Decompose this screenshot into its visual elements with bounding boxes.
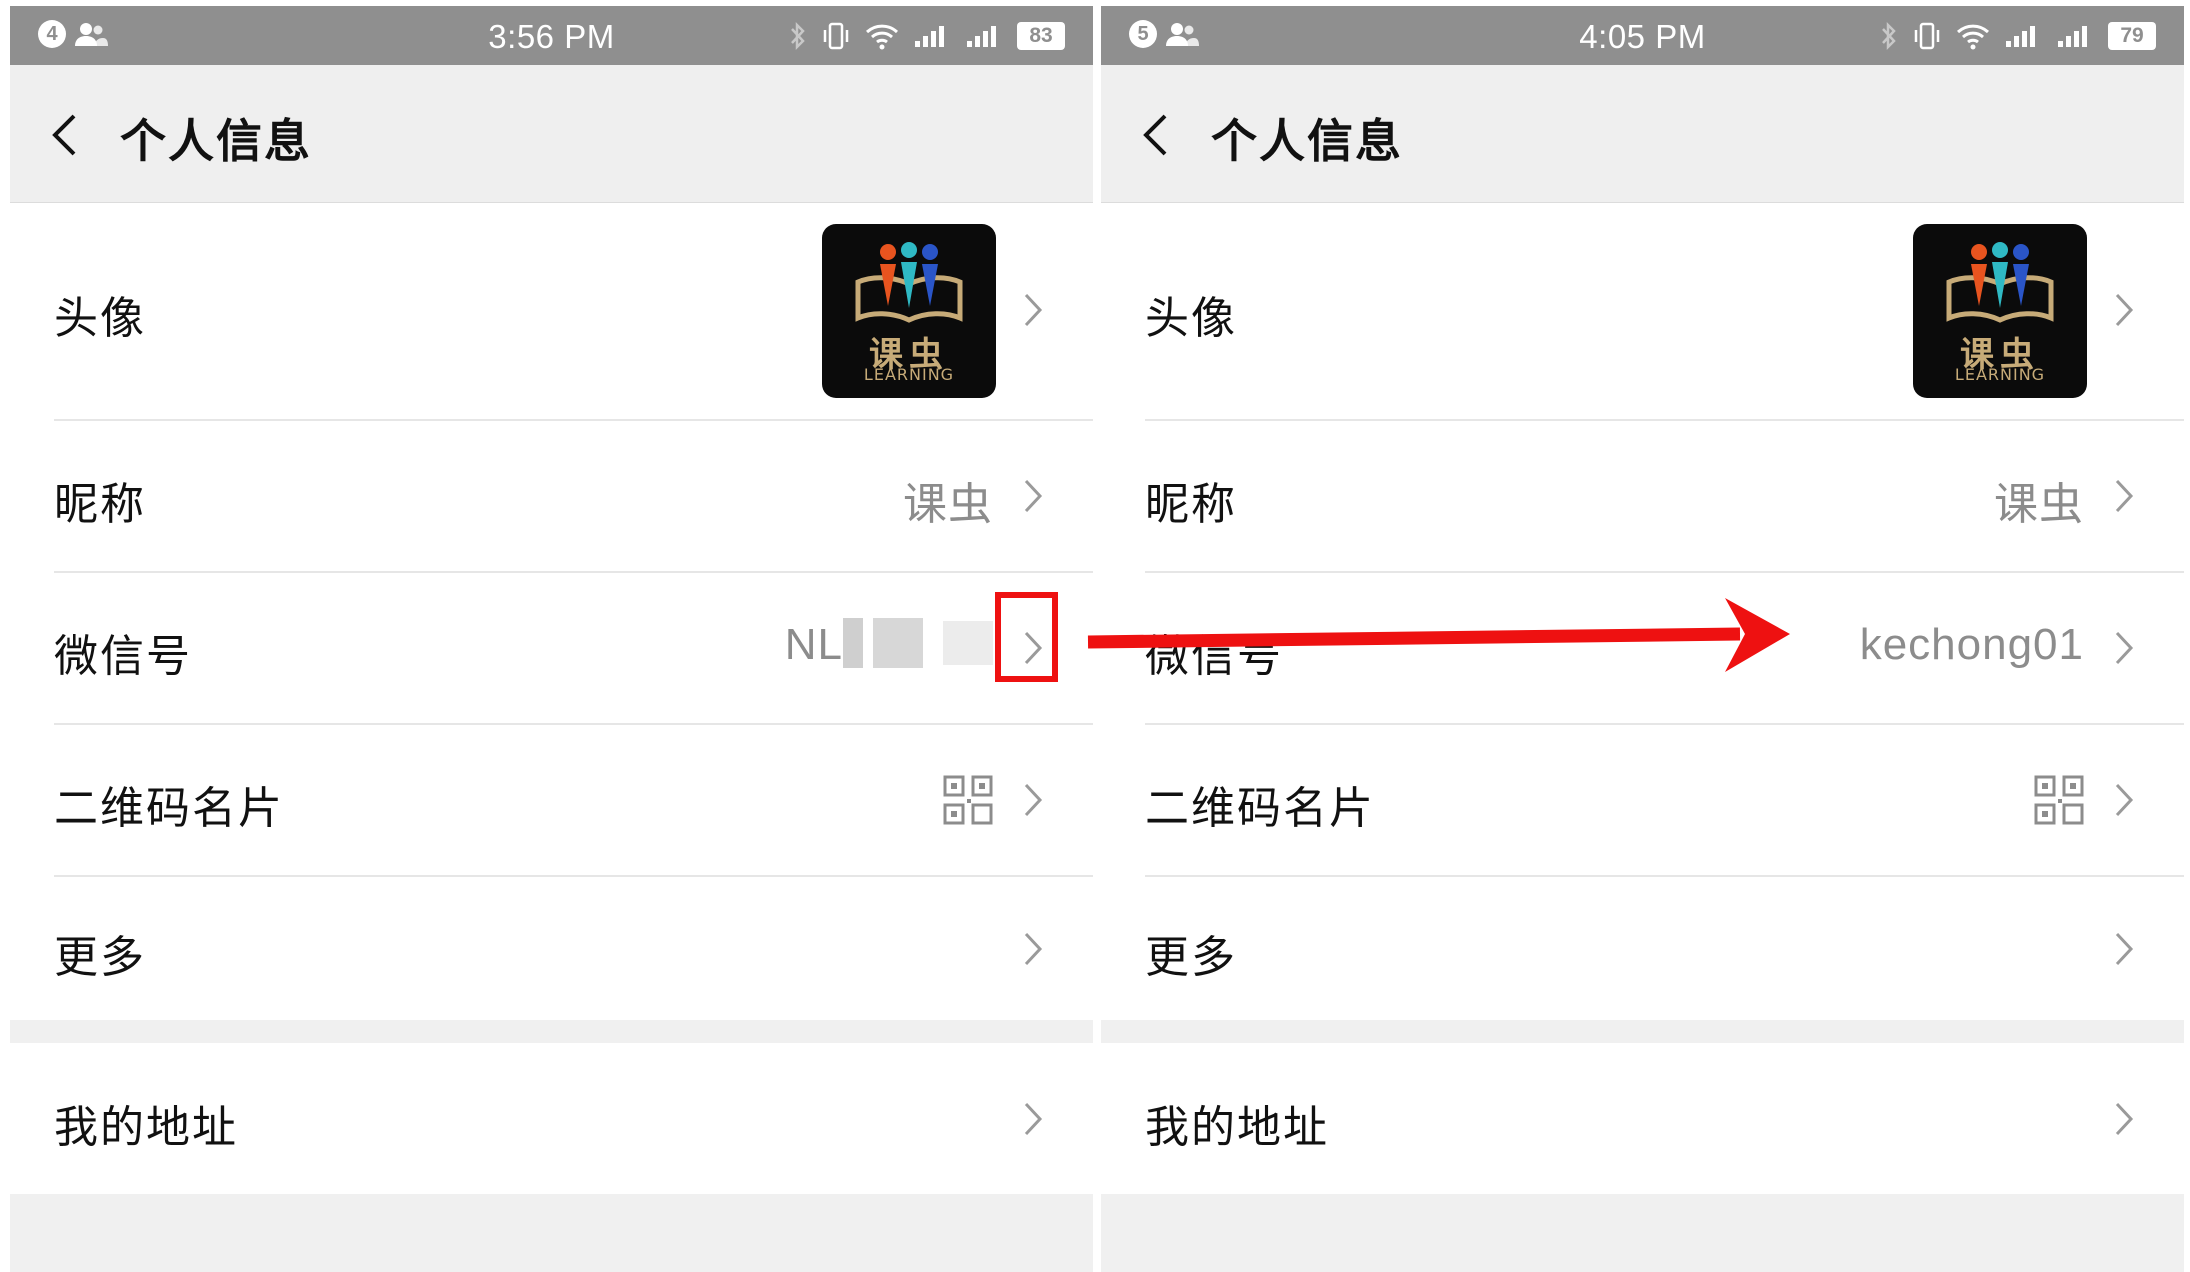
wifi-icon bbox=[865, 24, 899, 50]
chevron-right-icon bbox=[1024, 293, 1043, 327]
avatar: 课虫 LEARNING bbox=[822, 224, 996, 398]
address-label: 我的地址 bbox=[54, 1102, 238, 1153]
battery-icon: 79 bbox=[2108, 22, 2156, 50]
wechat-id-value: kechong01 bbox=[1859, 620, 2084, 669]
wechat-id-label: 微信号 bbox=[1145, 631, 1283, 682]
more-row[interactable]: 更多 bbox=[10, 877, 1093, 1020]
avatar-label: 头像 bbox=[1145, 293, 1237, 344]
qr-code-label: 二维码名片 bbox=[1145, 783, 1375, 834]
battery-icon: 83 bbox=[1017, 22, 1065, 50]
avatar-label: 头像 bbox=[54, 293, 146, 344]
wechat-id-label: 微信号 bbox=[54, 631, 192, 682]
wechat-id-row[interactable]: 微信号 kechong01 bbox=[1101, 573, 2184, 723]
avatar-logo-subtext: LEARNING bbox=[1954, 365, 2046, 384]
more-label: 更多 bbox=[1145, 932, 1237, 983]
nickname-row[interactable]: 昵称 课虫 bbox=[10, 421, 1093, 571]
chevron-right-icon bbox=[2115, 783, 2134, 817]
chevron-right-icon bbox=[2115, 293, 2134, 327]
chevron-right-icon bbox=[1024, 1102, 1043, 1136]
nickname-label: 昵称 bbox=[1145, 479, 1237, 530]
avatar-row[interactable]: 头像 课虫 LEARNING bbox=[10, 203, 1093, 418]
chevron-right-icon bbox=[2115, 1102, 2134, 1136]
vibrate-icon bbox=[823, 22, 849, 50]
address-section: 我的地址 bbox=[10, 1043, 1093, 1194]
avatar: 课虫 LEARNING bbox=[1913, 224, 2087, 398]
nickname-value: 课虫 bbox=[1994, 479, 2084, 530]
redaction-block bbox=[943, 621, 993, 665]
signal-icon bbox=[915, 26, 944, 47]
redaction-block bbox=[873, 618, 923, 668]
header: 个人信息 bbox=[10, 65, 1093, 203]
address-section: 我的地址 bbox=[1101, 1043, 2184, 1194]
back-chevron-icon[interactable] bbox=[1141, 113, 1171, 157]
qr-code-icon bbox=[943, 775, 993, 825]
wifi-icon bbox=[1956, 24, 1990, 50]
more-label: 更多 bbox=[54, 932, 146, 983]
signal-icon-2 bbox=[967, 26, 996, 47]
chevron-right-icon bbox=[1024, 479, 1043, 513]
phone-screen-before: 4 3:56 PM 83 个人信息 头像 课虫 LEARNING 昵称 课虫 微… bbox=[10, 6, 1093, 1272]
chevron-right-icon bbox=[2115, 932, 2134, 966]
chevron-right-icon bbox=[2115, 479, 2134, 513]
back-chevron-icon[interactable] bbox=[50, 113, 80, 157]
logo-figures-icon bbox=[1946, 242, 2054, 323]
profile-section: 头像 课虫 LEARNING 昵称 课虫 微信号 NL 二维码名片 更多 bbox=[10, 203, 1093, 1020]
qr-code-label: 二维码名片 bbox=[54, 783, 284, 834]
nickname-row[interactable]: 昵称 课虫 bbox=[1101, 421, 2184, 571]
address-row[interactable]: 我的地址 bbox=[1101, 1043, 2184, 1194]
chevron-right-icon bbox=[1024, 932, 1043, 966]
chevron-right-icon bbox=[2115, 631, 2134, 665]
status-bar: 5 4:05 PM 79 bbox=[1101, 6, 2184, 65]
page-title: 个人信息 bbox=[1211, 114, 1403, 168]
highlight-box bbox=[995, 592, 1058, 682]
address-label: 我的地址 bbox=[1145, 1102, 1329, 1153]
address-row[interactable]: 我的地址 bbox=[10, 1043, 1093, 1194]
logo-figures-icon bbox=[855, 242, 963, 323]
nickname-value: 课虫 bbox=[903, 479, 993, 530]
signal-icon bbox=[2006, 26, 2035, 47]
profile-section: 头像 课虫 LEARNING 昵称 课虫 微信号 kechong01 二维码名片… bbox=[1101, 203, 2184, 1020]
chevron-right-icon bbox=[1024, 783, 1043, 817]
wechat-id-row[interactable]: 微信号 NL bbox=[10, 573, 1093, 723]
more-row[interactable]: 更多 bbox=[1101, 877, 2184, 1020]
page-title: 个人信息 bbox=[120, 114, 312, 168]
redaction-block bbox=[843, 618, 863, 668]
bluetooth-icon bbox=[1882, 21, 1896, 51]
vibrate-icon bbox=[1914, 22, 1940, 50]
bluetooth-icon bbox=[791, 21, 805, 51]
phone-screen-after: 5 4:05 PM 79 个人信息 头像 课虫 LEARNING 昵称 课虫 微… bbox=[1101, 6, 2184, 1272]
signal-icon-2 bbox=[2058, 26, 2087, 47]
qr-code-row[interactable]: 二维码名片 bbox=[10, 725, 1093, 875]
wechat-id-value: NL bbox=[784, 620, 843, 669]
nickname-label: 昵称 bbox=[54, 479, 146, 530]
header: 个人信息 bbox=[1101, 65, 2184, 203]
qr-code-row[interactable]: 二维码名片 bbox=[1101, 725, 2184, 875]
qr-code-icon bbox=[2034, 775, 2084, 825]
status-bar: 4 3:56 PM 83 bbox=[10, 6, 1093, 65]
avatar-logo-subtext: LEARNING bbox=[863, 365, 955, 384]
avatar-row[interactable]: 头像 课虫 LEARNING bbox=[1101, 203, 2184, 418]
